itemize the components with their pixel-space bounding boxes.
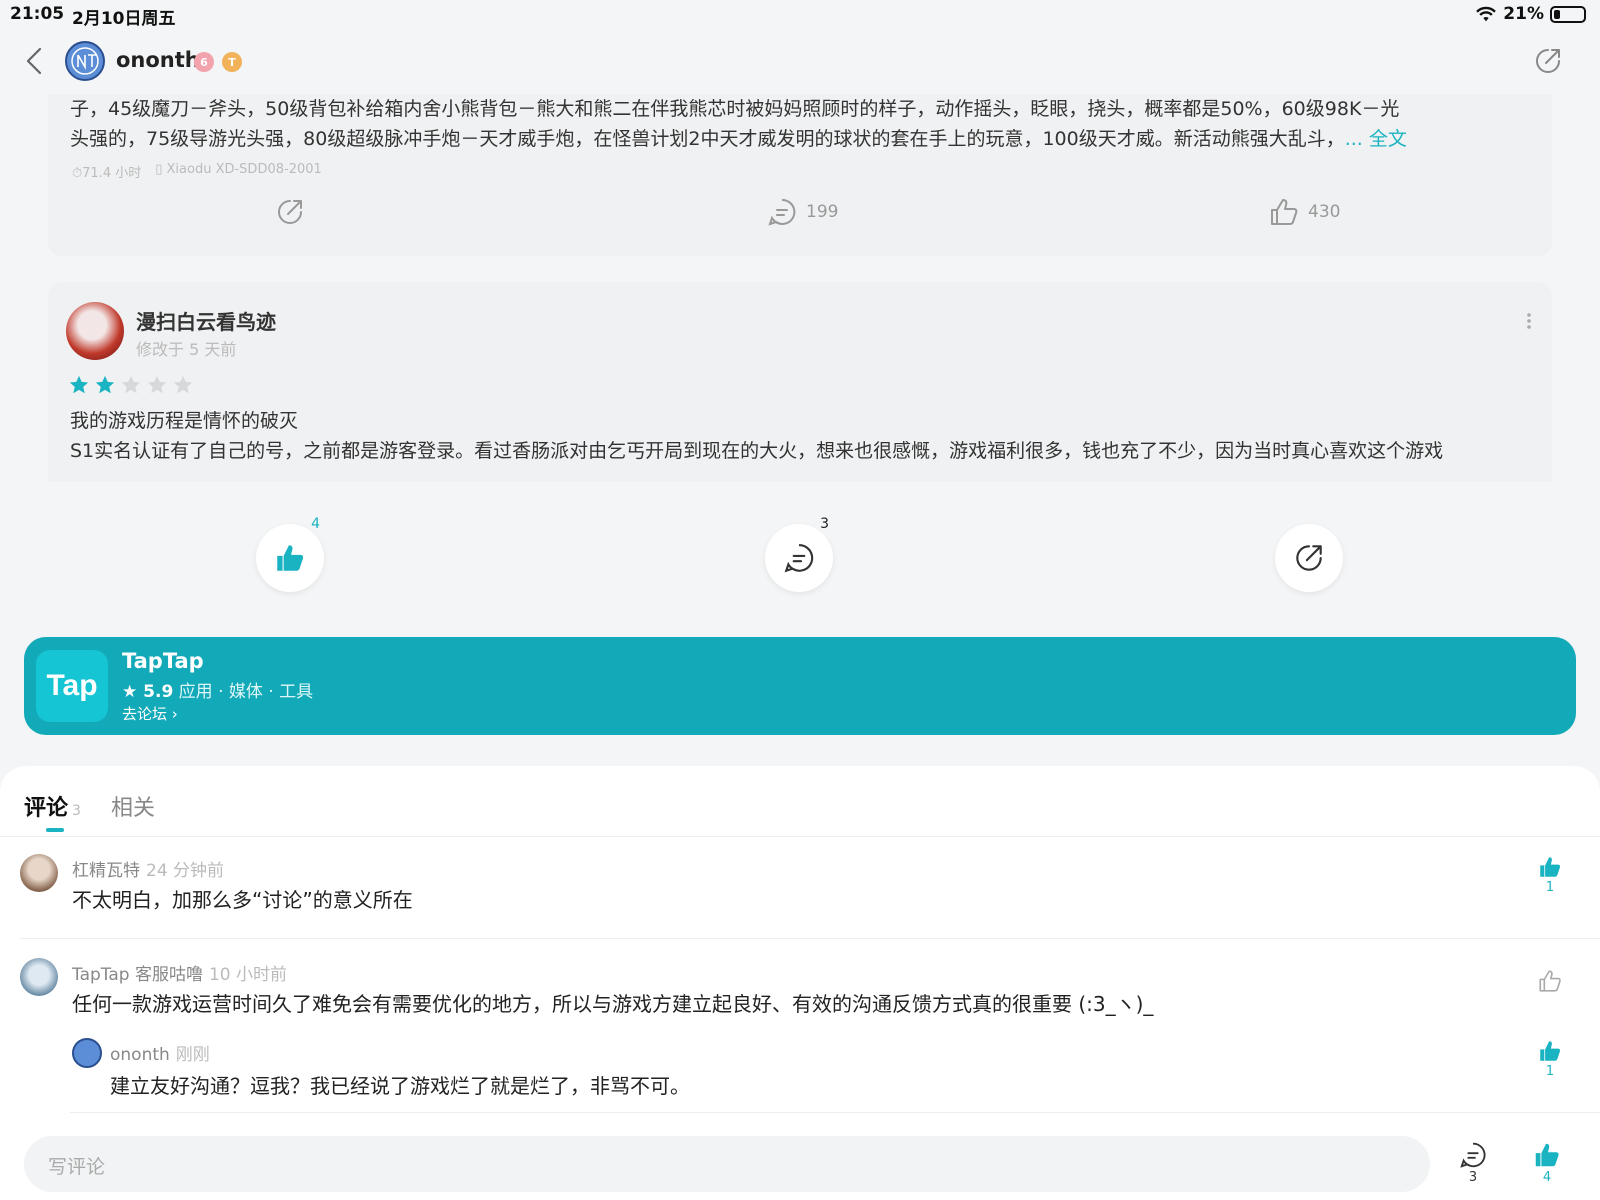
share-icon <box>278 200 302 224</box>
thumbs-up-filled-icon <box>1535 1143 1559 1167</box>
share-icon <box>1296 545 1322 571</box>
reply-name[interactable]: ononth 刚刚 <box>110 1040 210 1065</box>
comment-count: 199 <box>806 202 839 222</box>
review-card-1[interactable]: 子，45级魔刀－斧头，50级背包补给箱内舍小熊背包－熊大和熊二在伴我熊芯时被妈妈… <box>48 94 1552 256</box>
reviewer-name[interactable]: 漫扫白云看鸟迹 <box>136 306 276 335</box>
reply-like-button[interactable]: 1 <box>1536 1038 1564 1079</box>
status-date: 2月10日周五 <box>72 9 176 29</box>
comment-icon <box>768 198 796 226</box>
review-body: S1实名认证有了自己的号，之前都是游客登录。看过香肠派对由乞丐开局到现在的大火，… <box>70 440 1444 462</box>
thumbs-up-icon <box>1539 970 1561 992</box>
star-filled-icon <box>69 375 89 394</box>
commenter-avatar[interactable] <box>20 854 58 892</box>
share-circle-button[interactable] <box>1275 524 1343 592</box>
level-badge: 6 <box>194 52 214 72</box>
reply-avatar[interactable] <box>72 1038 102 1068</box>
commenter-name[interactable]: TapTap 客服咕噜 10 小时前 <box>72 960 287 985</box>
share-button[interactable] <box>274 196 306 228</box>
app-info: ★ 5.9 应用 · 媒体 · 工具 <box>122 677 313 702</box>
app-rating: ★ 5.9 <box>122 682 174 702</box>
like-button[interactable]: 430 <box>1268 196 1340 228</box>
like-count: 430 <box>1308 202 1341 222</box>
comment-text: 不太明白，加那么多“讨论”的意义所在 <box>72 888 413 912</box>
avatar-logo-icon <box>71 47 99 75</box>
comment-circle-button[interactable]: 3 <box>765 516 833 592</box>
star-empty-icon <box>173 375 193 394</box>
divider <box>70 1112 1600 1113</box>
app-categories: 应用 · 媒体 · 工具 <box>173 682 314 702</box>
page-header: ononth 6 T <box>0 30 1600 94</box>
comment-like-button[interactable]: 1 <box>1536 854 1564 895</box>
t-badge: T <box>222 52 242 72</box>
rating-stars <box>68 374 194 396</box>
thumbs-up-filled-icon <box>277 545 304 571</box>
read-more-link[interactable]: ... 全文 <box>1345 128 1407 150</box>
review-meta: ⏱71.4 小时 ▯ Xiaodu XD-SDD08-2001 <box>72 162 322 181</box>
bottom-like-button[interactable]: 4 <box>1530 1140 1564 1185</box>
comment-like-count: 1 <box>1545 880 1555 895</box>
divider <box>0 836 1600 837</box>
tab-bar: 评论 3 相关 <box>24 790 155 832</box>
comment-time: 10 小时前 <box>208 965 288 985</box>
star-filled-icon <box>95 375 115 394</box>
app-banner[interactable]: Tap TapTap ★ 5.9 应用 · 媒体 · 工具 去论坛 › <box>24 637 1576 735</box>
star-empty-icon <box>121 375 141 394</box>
reviewer-avatar[interactable] <box>66 302 124 360</box>
write-comment-input[interactable]: 写评论 <box>24 1136 1430 1192</box>
tab-related[interactable]: 相关 <box>111 790 155 822</box>
taptap-logo: Tap <box>36 650 108 722</box>
tab-comments[interactable]: 评论 3 <box>24 790 81 832</box>
bottom-like-count: 4 <box>1542 1170 1552 1185</box>
comment-icon <box>784 544 814 573</box>
author-avatar[interactable] <box>65 41 105 81</box>
back-icon[interactable] <box>22 46 46 76</box>
thumbs-up-icon <box>1271 199 1298 225</box>
comment-circle-count: 3 <box>820 516 829 532</box>
status-time: 21:05 <box>10 4 65 24</box>
forum-link[interactable]: 去论坛 › <box>122 703 178 724</box>
comment-icon <box>1460 1142 1486 1168</box>
commenter-name[interactable]: 杠精瓦特 24 分钟前 <box>72 856 224 881</box>
comment-like-button[interactable] <box>1536 968 1564 994</box>
like-circle-button[interactable]: 4 <box>256 516 324 592</box>
divider <box>20 938 1600 939</box>
battery-icon <box>1550 5 1586 23</box>
status-bar: 21:05 2月10日周五 21% <box>0 0 1600 30</box>
commenter-avatar[interactable] <box>20 958 58 996</box>
thumbs-up-filled-icon <box>1540 1041 1561 1061</box>
app-name: TapTap <box>122 649 204 673</box>
star-empty-icon <box>147 375 167 394</box>
playtime: ⏱71.4 小时 <box>72 166 142 181</box>
reply-like-count: 1 <box>1545 1064 1555 1079</box>
bottom-bar: 写评论 3 4 <box>0 1136 1600 1200</box>
more-options-icon[interactable] <box>1526 312 1532 330</box>
share-icon[interactable] <box>1532 45 1564 77</box>
wifi-icon <box>1476 6 1497 22</box>
comment-button[interactable]: 199 <box>766 196 838 228</box>
comment-text: 任何一款游戏运营时间久了难免会有需要优化的地方，所以与游戏方建立起良好、有效的沟… <box>72 992 1154 1016</box>
like-circle-count: 4 <box>311 516 320 532</box>
tab-comments-count: 3 <box>72 803 81 819</box>
review-text: 子，45级魔刀－斧头，50级背包补给箱内舍小熊背包－熊大和熊二在伴我熊芯时被妈妈… <box>70 98 1407 150</box>
chevron-right-icon: › <box>171 705 178 723</box>
review-card-2[interactable]: 漫扫白云看鸟迹 修改于 5 天前 我的游戏历程是情怀的破灭 S1实名认证有了自己… <box>48 282 1552 482</box>
bottom-comment-count: 3 <box>1468 1170 1478 1185</box>
tab-underline <box>46 828 64 832</box>
device: ▯ Xiaodu XD-SDD08-2001 <box>155 162 322 177</box>
reply-time: 刚刚 <box>175 1045 210 1065</box>
author-name[interactable]: ononth <box>116 48 200 72</box>
bottom-comment-button[interactable]: 3 <box>1456 1140 1490 1185</box>
review-title: 我的游戏历程是情怀的破灭 <box>70 410 299 432</box>
reply-text: 建立友好沟通？逗我？我已经说了游戏烂了就是烂了，非骂不可。 <box>110 1074 690 1098</box>
thumbs-up-filled-icon <box>1540 857 1561 877</box>
comments-section: 评论 3 相关 杠精瓦特 24 分钟前 不太明白，加那么多“讨论”的意义所在 1 T… <box>0 766 1600 1136</box>
battery-percent: 21% <box>1503 4 1544 24</box>
comment-time: 24 分钟前 <box>146 861 225 881</box>
review-time: 修改于 5 天前 <box>136 340 237 359</box>
